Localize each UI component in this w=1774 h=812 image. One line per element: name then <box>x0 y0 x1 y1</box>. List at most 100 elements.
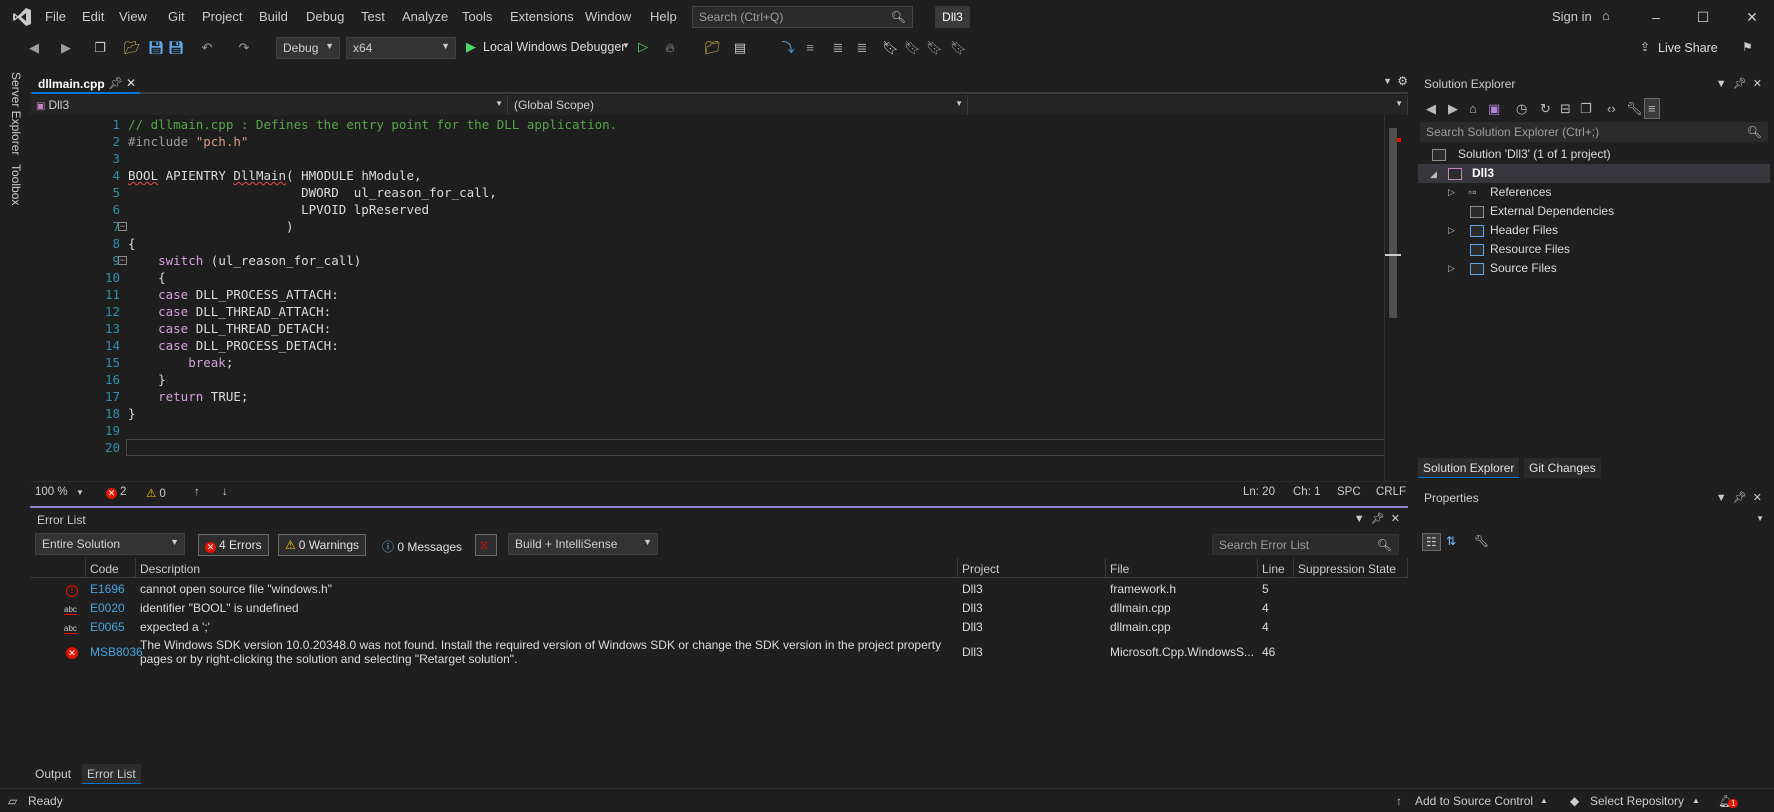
tab-git-changes[interactable]: Git Changes <box>1524 458 1601 478</box>
column-header-description[interactable]: Description <box>136 558 958 578</box>
switch-views-icon[interactable]: ▣ <box>1488 101 1500 117</box>
next-issue-icon[interactable]: ↓ <box>222 486 228 498</box>
filter-icon[interactable]: ⧖ <box>475 534 497 556</box>
collapsed-arrow-icon[interactable]: ▷ <box>1448 259 1455 278</box>
undo-icon[interactable]: ↶ <box>199 40 215 56</box>
forward-icon[interactable]: ▶ <box>58 40 74 56</box>
project-navigation-combo[interactable]: ▣ Dll3 ▼ <box>30 95 508 115</box>
error-code-link[interactable]: E1696 <box>90 582 125 596</box>
chevron-down-icon[interactable]: ▼ <box>76 488 84 497</box>
tab-error-list[interactable]: Error List <box>82 764 141 784</box>
error-list-search-input[interactable]: Search Error List 🔍︎ <box>1212 534 1399 555</box>
menu-extensions[interactable]: Extensions <box>510 9 574 24</box>
menu-file[interactable]: File <box>45 9 66 24</box>
tree-item-project[interactable]: ◢ Dll3 <box>1418 164 1770 183</box>
clear-bookmarks-icon[interactable]: 🔖︎ <box>950 40 967 56</box>
solution-explorer-search-input[interactable]: Search Solution Explorer (Ctrl+;) 🔍︎ <box>1420 122 1768 142</box>
close-tab-icon[interactable]: ✕ <box>126 76 136 90</box>
server-explorer-tab[interactable]: Server Explorer <box>9 72 23 155</box>
show-all-files-icon[interactable]: ❐ <box>1580 101 1592 117</box>
sync-icon[interactable]: ↻ <box>1540 101 1551 117</box>
close-window-button[interactable]: ✕ <box>1741 6 1763 28</box>
line-ending-indicator[interactable]: CRLF <box>1376 486 1406 498</box>
expanded-arrow-icon[interactable]: ◢ <box>1430 165 1437 184</box>
open-file-icon[interactable]: 📂︎ <box>124 40 141 56</box>
menu-help[interactable]: Help <box>650 9 677 24</box>
sign-in-link[interactable]: Sign in <box>1552 9 1592 24</box>
platform-combo[interactable]: x64 ▼ <box>346 37 456 59</box>
panel-window-controls[interactable]: ▼ 📌︎ ✕ <box>1716 77 1762 90</box>
new-project-icon[interactable]: ❐ <box>92 40 108 56</box>
minimize-button[interactable]: – <box>1645 6 1667 28</box>
error-row[interactable]: abc E0065 expected a ';' Dll3 dllmain.cp… <box>30 617 1408 636</box>
back-icon[interactable]: ◀ <box>26 40 42 56</box>
maximize-button[interactable]: ☐ <box>1692 6 1714 28</box>
share-icon[interactable]: ⇪ <box>1640 40 1650 54</box>
member-navigation-combo[interactable]: ▼ <box>968 95 1408 115</box>
uncomment-icon[interactable]: ≣ <box>854 40 870 56</box>
back-icon[interactable]: ◀ <box>1426 101 1436 117</box>
menu-project[interactable]: Project <box>202 9 242 24</box>
error-row[interactable]: ! E1696 cannot open source file "windows… <box>30 579 1408 598</box>
tab-solution-explorer[interactable]: Solution Explorer <box>1418 458 1520 478</box>
menu-edit[interactable]: Edit <box>82 9 104 24</box>
column-header-file[interactable]: File <box>1106 558 1258 578</box>
feedback-icon[interactable]: ⚑ <box>1742 40 1753 54</box>
column-header-suppression[interactable]: Suppression State <box>1294 558 1408 578</box>
previous-issue-icon[interactable]: ↑ <box>194 486 200 498</box>
pin-icon[interactable]: 📌︎ <box>108 76 123 90</box>
bookmark-icon[interactable]: 🔖︎ <box>882 40 899 56</box>
tab-dllmain-cpp[interactable]: dllmain.cpp 📌︎ ✕ <box>32 73 140 94</box>
zoom-combo[interactable]: 100 % <box>35 486 68 498</box>
menu-build[interactable]: Build <box>259 9 288 24</box>
step-over-icon[interactable]: ≡ <box>802 40 818 56</box>
settings-gear-icon[interactable]: ⚙ <box>1397 74 1408 88</box>
layout-icon[interactable]: ▤ <box>732 40 748 56</box>
save-all-icon[interactable]: 💾︎ <box>168 40 185 56</box>
error-row[interactable]: ✕ MSB8036 The Windows SDK version 10.0.2… <box>30 636 1408 668</box>
menu-debug[interactable]: Debug <box>306 9 344 24</box>
collapse-block-icon[interactable]: − <box>118 222 127 231</box>
panel-window-controls[interactable]: ▼ 📌︎ ✕ <box>1716 491 1762 504</box>
tree-item-references[interactable]: ▷ ◦▫ References <box>1418 183 1770 202</box>
tree-item-solution[interactable]: Solution 'Dll3' (1 of 1 project) <box>1418 145 1770 164</box>
error-count-indicator[interactable]: ✕ 2 <box>106 486 126 499</box>
alphabetical-sort-icon[interactable]: ⇅ <box>1446 534 1456 548</box>
step-icon[interactable]: ⤵ <box>780 40 796 56</box>
error-code-link[interactable]: E0020 <box>90 601 125 615</box>
panel-window-controls[interactable]: ▼ 📌︎ ✕ <box>1354 512 1400 525</box>
tab-output[interactable]: Output <box>30 764 76 784</box>
menu-git[interactable]: Git <box>168 9 185 24</box>
select-repository-button[interactable]: Select Repository <box>1590 794 1684 808</box>
home-icon[interactable]: ⌂ <box>1469 101 1477 116</box>
menu-tools[interactable]: Tools <box>462 9 492 24</box>
menu-test[interactable]: Test <box>361 9 385 24</box>
global-search-input[interactable]: Search (Ctrl+Q) 🔍︎ <box>692 6 913 28</box>
column-header-project[interactable]: Project <box>958 558 1106 578</box>
next-bookmark-icon[interactable]: 🔖︎ <box>926 40 943 56</box>
start-without-debugging-icon[interactable]: ▷ <box>638 39 648 55</box>
hot-reload-icon[interactable]: 🔥︎ <box>662 40 678 56</box>
start-debugging-icon[interactable]: ▶ <box>466 39 476 55</box>
collapse-block-icon[interactable]: − <box>118 256 127 265</box>
add-to-source-control-button[interactable]: Add to Source Control <box>1415 794 1533 808</box>
collapsed-arrow-icon[interactable]: ▷ <box>1448 221 1455 240</box>
whitespace-indicator[interactable]: SPC <box>1337 486 1361 498</box>
redo-icon[interactable]: ↷ <box>236 40 252 56</box>
solution-folder-icon[interactable]: 📁︎ <box>704 40 721 56</box>
editor-vertical-scrollbar[interactable] <box>1384 116 1401 481</box>
start-debugger-button[interactable]: Local Windows Debugger <box>483 40 625 54</box>
collapsed-arrow-icon[interactable]: ▷ <box>1448 183 1455 202</box>
properties-wrench-icon[interactable]: 🔧︎ <box>1626 101 1643 117</box>
messages-filter-button[interactable]: ⓘ 0 Messages <box>382 538 462 555</box>
warning-count-indicator[interactable]: ⚠ 0 <box>146 486 166 500</box>
menu-analyze[interactable]: Analyze <box>402 9 448 24</box>
account-icon[interactable]: ⌂ <box>1602 8 1610 23</box>
tree-item-external-dependencies[interactable]: External Dependencies <box>1418 202 1770 221</box>
error-row[interactable]: abc E0020 identifier "BOOL" is undefined… <box>30 598 1408 617</box>
code-editor[interactable]: 1 2 3 4 5 6 7 8 9 10 11 12 13 14 15 16 1… <box>30 116 1401 481</box>
errors-filter-button[interactable]: ✕ 4 Errors <box>198 534 269 556</box>
chevron-down-icon[interactable]: ▼ <box>622 41 630 50</box>
tree-item-resource-files[interactable]: Resource Files <box>1418 240 1770 259</box>
menu-view[interactable]: View <box>119 9 147 24</box>
